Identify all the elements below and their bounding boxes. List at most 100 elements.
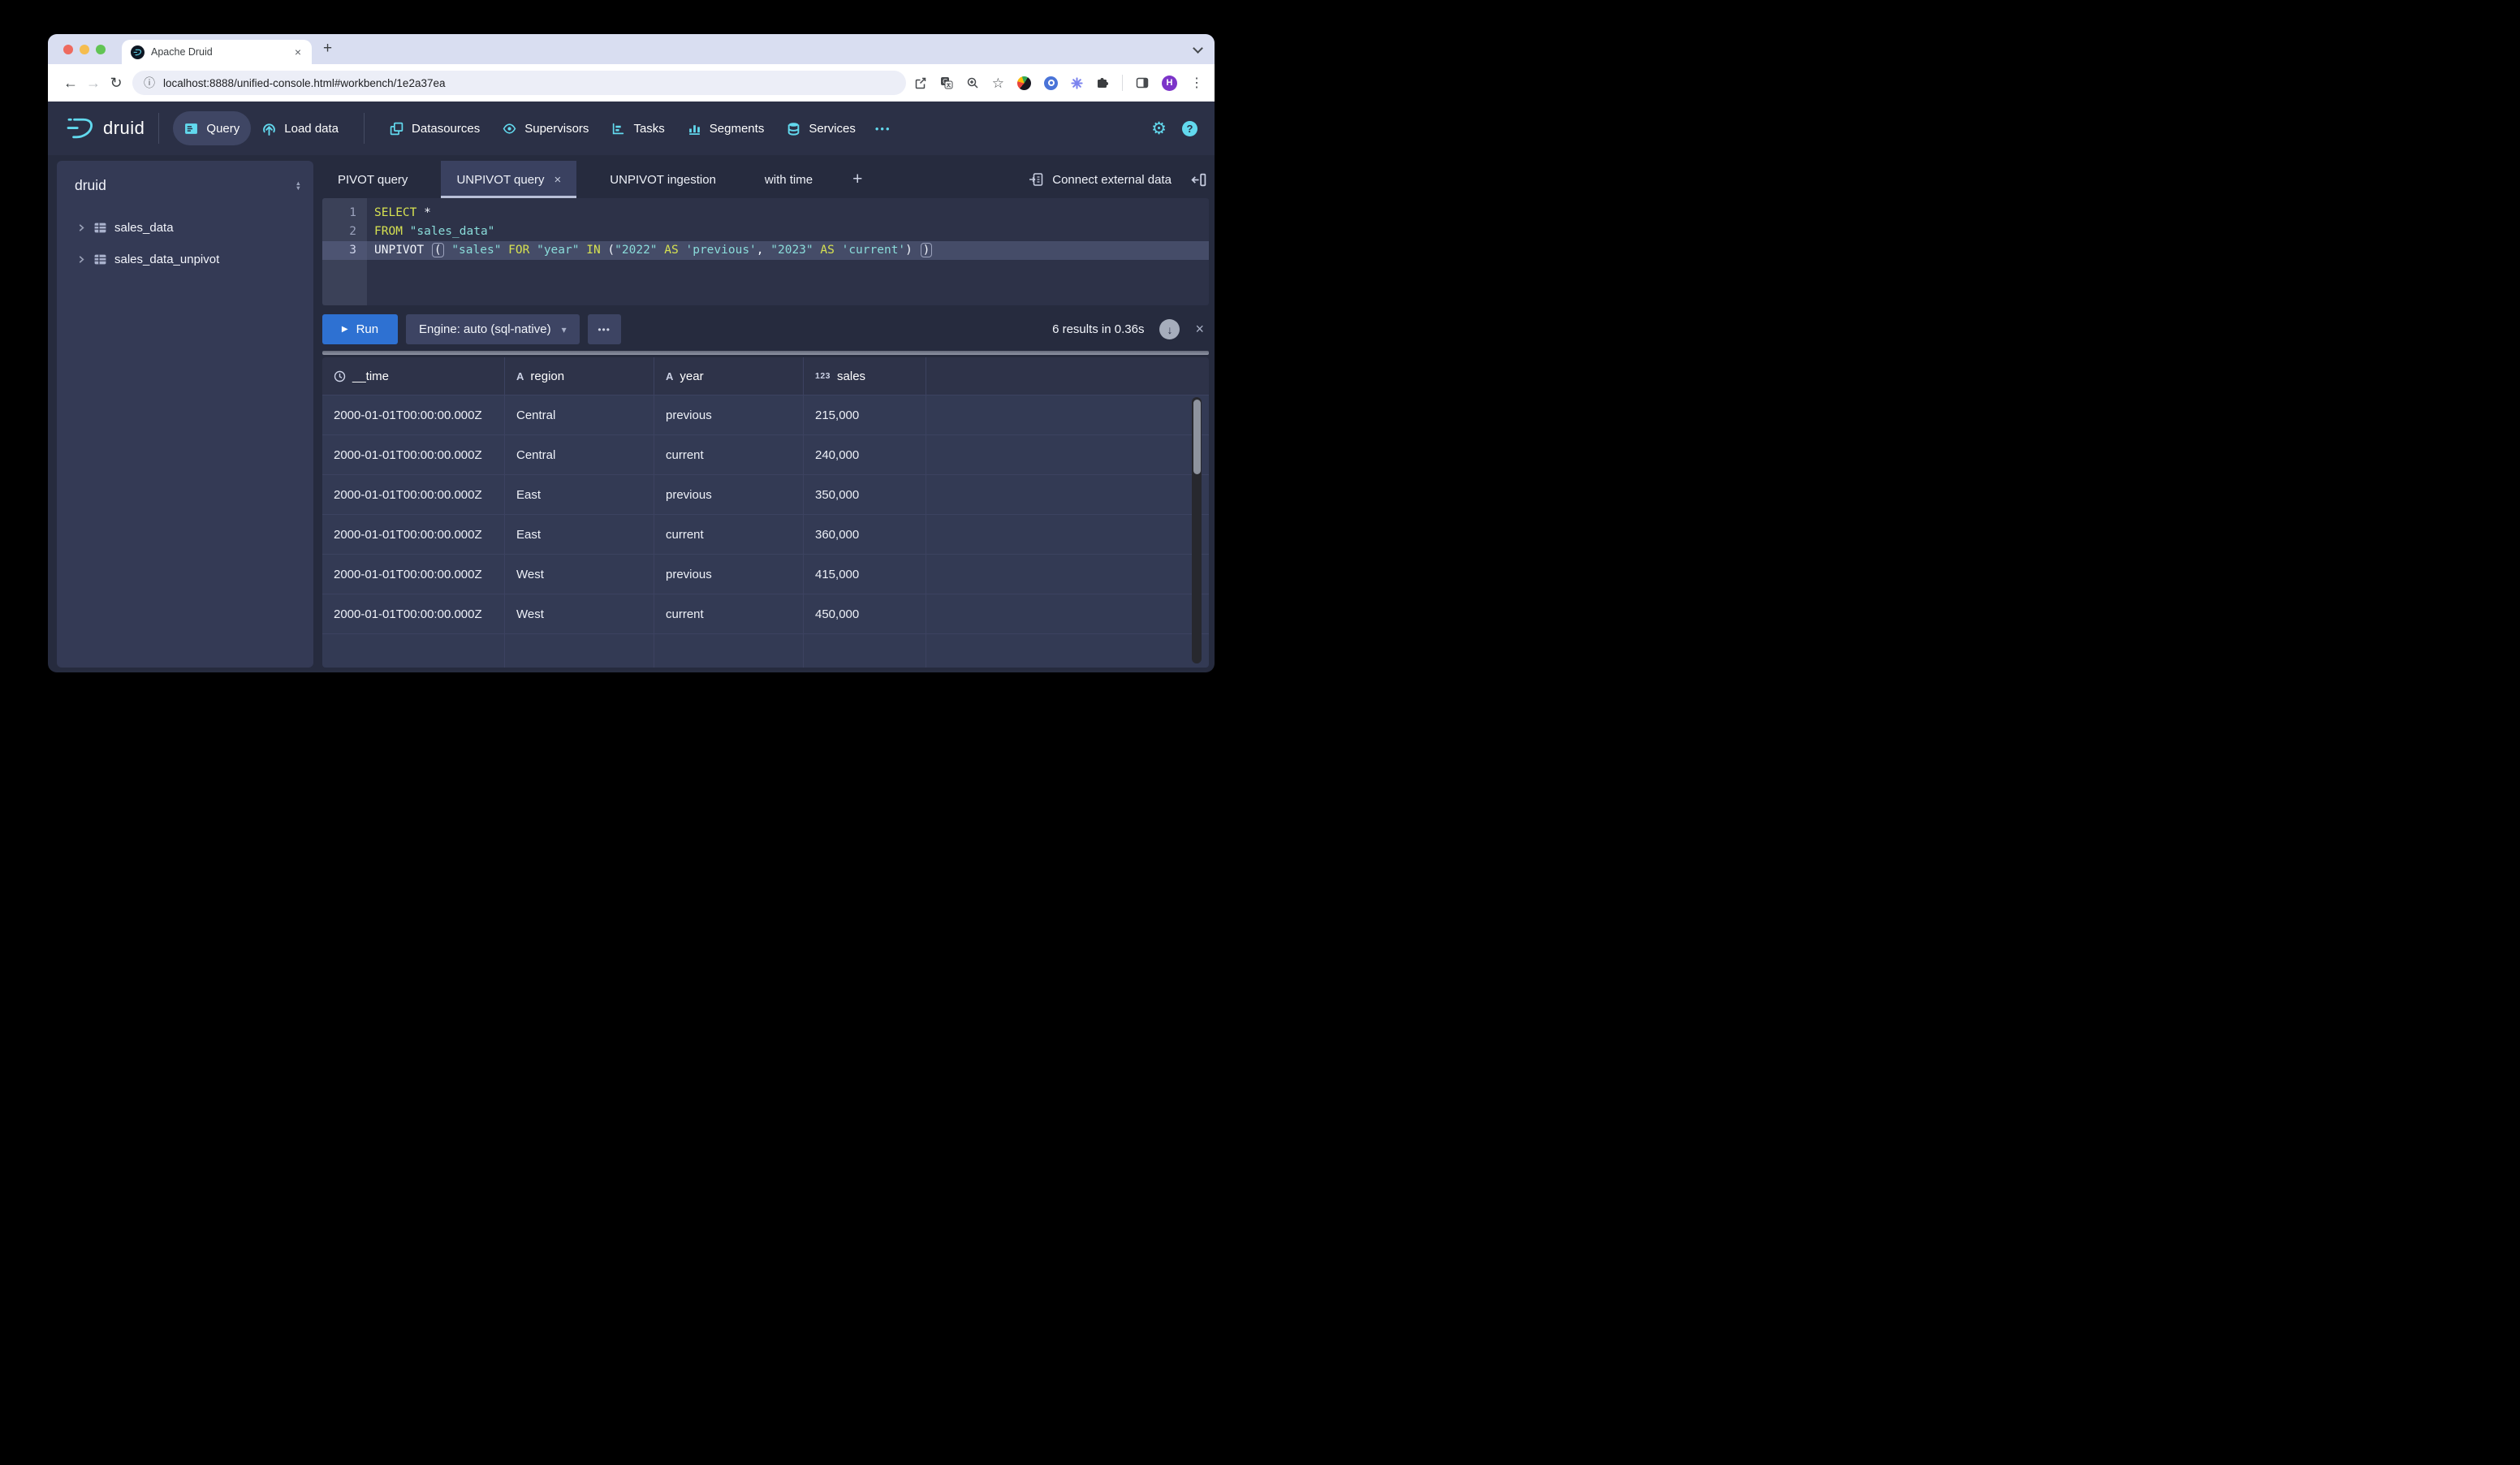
profile-avatar[interactable]: H [1162, 76, 1177, 91]
table-cell[interactable]: 415,000 [804, 555, 926, 594]
sidebar-table-item[interactable]: sales_data_unpivot [57, 244, 313, 275]
tab-close-icon[interactable]: × [554, 173, 562, 187]
browser-menu-icon[interactable]: ⋮ [1190, 75, 1203, 91]
password-manager-icon[interactable] [1044, 76, 1058, 90]
nav-item-tasks[interactable]: Tasks [600, 111, 675, 145]
nav-item-segments[interactable]: Segments [676, 111, 776, 145]
table-cell[interactable]: East [505, 475, 654, 514]
browser-tab-title: Apache Druid [151, 46, 287, 58]
browser-tab[interactable]: Apache Druid × [122, 40, 312, 64]
sql-editor[interactable]: 1SELECT *2FROM "sales_data"3UNPIVOT ( "s… [322, 198, 1209, 305]
table-cell[interactable]: 2000-01-01T00:00:00.000Z [322, 515, 505, 554]
results-summary: 6 results in 0.36s [1052, 322, 1144, 336]
chevron-right-icon[interactable] [77, 255, 86, 264]
sidebar-toggle-icon[interactable] [1136, 76, 1149, 89]
connect-external-data-button[interactable]: Connect external data [1029, 161, 1191, 198]
minimize-window-button[interactable] [80, 45, 89, 54]
datasources-icon [390, 122, 403, 136]
column-header-sales[interactable]: 123sales [804, 357, 926, 395]
extensions-puzzle-icon[interactable] [1096, 76, 1109, 89]
results-scrollbar-track[interactable] [1192, 397, 1202, 663]
help-icon[interactable]: ? [1182, 121, 1197, 136]
table-cell[interactable]: current [654, 594, 804, 633]
browser-toolbar: ← → ↻ ⓘ localhost:8888/unified-console.h… [48, 64, 1215, 102]
editor-line: 1SELECT * [322, 204, 1209, 223]
query-more-button[interactable]: ••• [588, 314, 621, 344]
share-icon[interactable] [914, 76, 927, 89]
collapse-panel-button[interactable] [1191, 161, 1209, 198]
forward-button[interactable]: → [82, 75, 105, 92]
bookmark-star-icon[interactable]: ☆ [992, 76, 1004, 90]
tab-search-chevron-icon[interactable] [1193, 43, 1203, 54]
results-scrollbar-thumb[interactable] [1193, 400, 1201, 474]
table-cell[interactable]: 2000-01-01T00:00:00.000Z [322, 475, 505, 514]
table-cell[interactable]: current [654, 515, 804, 554]
reload-button[interactable]: ↻ [105, 75, 127, 92]
table-cell[interactable]: previous [654, 475, 804, 514]
tab-close-icon[interactable]: × [293, 45, 303, 58]
nav-item-query[interactable]: Query [173, 111, 251, 145]
nav-item-datasources[interactable]: Datasources [378, 111, 491, 145]
zoom-window-button[interactable] [96, 45, 106, 54]
browser-tab-strip: Apache Druid × + [48, 34, 1215, 64]
download-results-icon[interactable]: ↓ [1159, 319, 1180, 339]
close-results-icon[interactable]: × [1195, 321, 1204, 338]
nav-overflow-button[interactable]: ••• [867, 123, 900, 135]
table-tree: sales_data sales_data_unpivot [57, 212, 313, 275]
import-data-icon [1029, 172, 1043, 187]
add-query-tab-button[interactable]: + [852, 161, 862, 198]
nav-item-services[interactable]: Services [775, 111, 867, 145]
pane-splitter-handle[interactable] [322, 351, 1209, 355]
workbench-tab-unpivot-ingestion[interactable]: UNPIVOT ingestion [594, 161, 731, 198]
nav-item-supervisors[interactable]: Supervisors [491, 111, 600, 145]
nav-item-load-data[interactable]: Load data [251, 111, 350, 145]
results-grid: __timeAregionAyear123sales2000-01-01T00:… [322, 357, 1209, 668]
table-cell[interactable]: 240,000 [804, 435, 926, 474]
column-header-region[interactable]: Aregion [505, 357, 654, 395]
sort-icon[interactable]: ▲▼ [296, 181, 301, 191]
table-cell[interactable]: West [505, 555, 654, 594]
address-bar[interactable]: ⓘ localhost:8888/unified-console.html#wo… [132, 71, 906, 95]
table-cell[interactable]: West [505, 594, 654, 633]
table-cell[interactable]: Central [505, 435, 654, 474]
table-cell[interactable]: current [654, 435, 804, 474]
close-window-button[interactable] [63, 45, 73, 54]
new-tab-button[interactable]: + [323, 40, 332, 58]
table-icon [93, 253, 107, 266]
druid-logo[interactable]: druid [65, 116, 145, 140]
nav-item-label: Tasks [633, 122, 664, 136]
table-cell[interactable]: previous [654, 395, 804, 434]
table-cell[interactable]: 450,000 [804, 594, 926, 633]
table-icon [93, 221, 107, 235]
settings-gear-icon[interactable]: ⚙ [1151, 120, 1167, 137]
column-header-filler [926, 357, 1209, 395]
table-cell[interactable]: 2000-01-01T00:00:00.000Z [322, 435, 505, 474]
table-cell[interactable]: 2000-01-01T00:00:00.000Z [322, 594, 505, 633]
table-cell[interactable]: 2000-01-01T00:00:00.000Z [322, 395, 505, 434]
asterisk-extension-icon[interactable] [1071, 77, 1083, 89]
table-cell[interactable]: Central [505, 395, 654, 434]
table-row: 2000-01-01T00:00:00.000ZCentralprevious2… [322, 395, 1209, 435]
table-cell[interactable]: previous [654, 555, 804, 594]
translate-icon[interactable]: G [940, 76, 953, 89]
chevron-right-icon[interactable] [77, 223, 86, 232]
table-cell[interactable]: 360,000 [804, 515, 926, 554]
column-header-__time[interactable]: __time [322, 357, 505, 395]
extension-icon[interactable] [1017, 76, 1031, 90]
back-button[interactable]: ← [59, 75, 82, 92]
sidebar-table-item[interactable]: sales_data [57, 212, 313, 244]
zoom-icon[interactable] [966, 76, 979, 89]
druid-logo-text: druid [103, 118, 145, 139]
table-cell[interactable]: 215,000 [804, 395, 926, 434]
table-cell[interactable]: 2000-01-01T00:00:00.000Z [322, 555, 505, 594]
site-info-icon[interactable]: ⓘ [144, 75, 155, 91]
run-button[interactable]: ▶ Run [322, 314, 398, 344]
table-cell[interactable]: 350,000 [804, 475, 926, 514]
column-header-year[interactable]: Ayear [654, 357, 804, 395]
table-cell[interactable]: East [505, 515, 654, 554]
workbench-tab-pivot-query[interactable]: PIVOT query [322, 161, 423, 198]
workbench-tab-with-time[interactable]: with time [749, 161, 828, 198]
workbench-tab-unpivot-query[interactable]: UNPIVOT query× [441, 161, 576, 198]
engine-select-button[interactable]: Engine: auto (sql-native) ▾ [406, 314, 580, 344]
editor-line: 2FROM "sales_data" [322, 223, 1209, 241]
